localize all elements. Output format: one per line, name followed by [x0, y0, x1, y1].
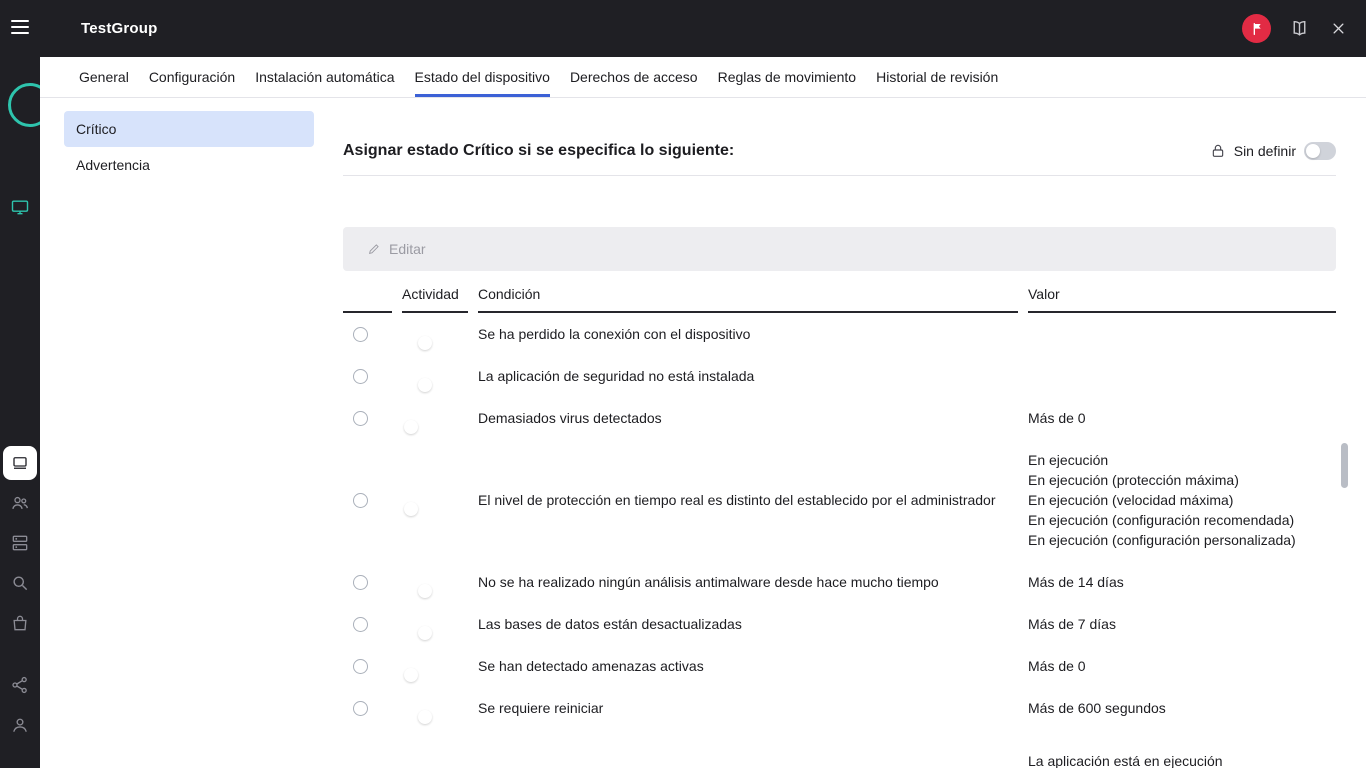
condition-text: Se han detectado amenazas activas — [478, 656, 1018, 676]
row-radio[interactable] — [353, 575, 368, 590]
condition-text: Se requiere reiniciar — [478, 698, 1018, 718]
tab-configuración[interactable]: Configuración — [149, 57, 235, 97]
condition-text: La aplicación de seguridad no está insta… — [478, 366, 1018, 386]
hamburger-menu-icon[interactable] — [11, 20, 29, 34]
value-text: Más de 0 — [1028, 408, 1336, 428]
condition-text: Demasiados virus detectados — [478, 408, 1018, 428]
search-icon[interactable] — [10, 573, 30, 593]
conditions-table-body: Se ha perdido la conexión con el disposi… — [343, 313, 1336, 768]
edit-button[interactable]: Editar — [343, 227, 1336, 271]
tab-bar: General Configuración Instalación automáti… — [40, 57, 1366, 98]
row-radio[interactable] — [353, 617, 368, 632]
help-book-icon[interactable] — [1288, 18, 1310, 40]
status-side-panel: CríticoAdvertencia — [40, 98, 343, 768]
tab-instalación-automática[interactable]: Instalación automática — [255, 57, 394, 97]
table-row: Demasiados virus detectados Más de 0 — [343, 397, 1336, 439]
row-select-cell — [343, 493, 392, 508]
tab-general[interactable]: General — [79, 57, 129, 97]
app-window: TestGroup General Configuración Instalació… — [0, 0, 1366, 768]
window-header: TestGroup — [40, 0, 1366, 57]
row-select-cell — [343, 575, 392, 590]
edit-pencil-icon — [367, 242, 381, 256]
servers-icon[interactable] — [10, 533, 30, 553]
flag-icon — [1249, 21, 1265, 37]
row-radio[interactable] — [353, 327, 368, 342]
table-row: Se ha perdido la conexión con el disposi… — [343, 313, 1336, 355]
table-row: Se requiere reiniciar Más de 600 segundos — [343, 687, 1336, 729]
condition-text: Se ha perdido la conexión con el disposi… — [478, 324, 1018, 344]
licenses-bag-icon[interactable] — [10, 613, 30, 633]
undefined-status-control: Sin definir — [1210, 142, 1336, 160]
user-account-icon[interactable] — [10, 715, 30, 735]
row-select-cell — [343, 701, 392, 716]
users-icon[interactable] — [10, 493, 30, 513]
active-nav-icon — [11, 454, 29, 472]
lock-icon — [1210, 143, 1226, 159]
table-row: No se ha realizado ningún análisis antim… — [343, 561, 1336, 603]
value-text: Más de 7 días — [1028, 614, 1336, 634]
table-row: Las bases de datos están desactualizadas… — [343, 603, 1336, 645]
condition-text: No se ha realizado ningún análisis antim… — [478, 572, 1018, 592]
conditions-table: Actividad Condición Valor Se ha perdido … — [343, 271, 1336, 768]
notifications-flag-badge[interactable] — [1242, 14, 1271, 43]
condition-text: El nivel de protección en tiempo real es… — [478, 490, 1018, 510]
page-title: Asignar estado Crítico si se especifica … — [343, 142, 734, 160]
side-panel-item-advertencia[interactable]: Advertencia — [64, 147, 314, 183]
active-nav-item[interactable] — [3, 446, 37, 480]
column-header-condition: Condición — [478, 286, 1018, 313]
device-status-main: Asignar estado Crítico si se especifica … — [343, 98, 1336, 768]
header-actions — [1242, 14, 1366, 43]
row-select-cell — [343, 617, 392, 632]
undefined-toggle[interactable] — [1304, 142, 1336, 160]
row-select-cell — [343, 327, 392, 342]
tab-estado-del-dispositivo[interactable]: Estado del dispositivo — [415, 57, 550, 97]
row-radio[interactable] — [353, 701, 368, 716]
row-radio[interactable] — [353, 369, 368, 384]
tab-reglas-de-movimiento[interactable]: Reglas de movimiento — [718, 57, 857, 97]
row-radio[interactable] — [353, 411, 368, 426]
column-header-activity: Actividad — [402, 286, 468, 313]
conditions-table-header: Actividad Condición Valor — [343, 271, 1336, 313]
heading-row: Asignar estado Crítico si se especifica … — [343, 142, 1336, 176]
close-icon[interactable] — [1327, 18, 1349, 40]
value-text: Más de 14 días — [1028, 572, 1336, 592]
value-text: Más de 600 segundos — [1028, 698, 1336, 718]
table-row: La aplicación de seguridad no está insta… — [343, 355, 1336, 397]
column-header-value: Valor — [1028, 286, 1336, 313]
condition-text: Las bases de datos están desactualizadas — [478, 614, 1018, 634]
column-header-select — [343, 286, 392, 313]
table-row: El nivel de protección en tiempo real es… — [343, 439, 1336, 561]
row-select-cell — [343, 369, 392, 384]
tab-historial-de-revisión[interactable]: Historial de revisión — [876, 57, 998, 97]
value-text: La aplicación está en ejecución — [1028, 751, 1336, 768]
undefined-toggle-label: Sin definir — [1234, 143, 1296, 159]
row-select-cell — [343, 751, 392, 766]
brand-logo — [8, 83, 40, 127]
value-text: En ejecución En ejecución (protección má… — [1028, 450, 1336, 550]
row-select-cell — [343, 411, 392, 426]
row-radio[interactable] — [353, 659, 368, 674]
app-sidebar — [0, 0, 40, 768]
row-select-cell — [343, 659, 392, 674]
edit-button-label: Editar — [389, 241, 426, 257]
value-text: Más de 0 — [1028, 656, 1336, 676]
scrollbar-thumb[interactable] — [1341, 443, 1348, 488]
share-icon[interactable] — [10, 675, 30, 695]
devices-monitor-icon[interactable] — [10, 197, 30, 217]
row-radio[interactable] — [353, 493, 368, 508]
table-row: Se han detectado amenazas activas Más de … — [343, 645, 1336, 687]
group-title: TestGroup — [81, 20, 158, 37]
table-row: La aplicación está en ejecución — [343, 729, 1336, 768]
side-panel-item-crítico[interactable]: Crítico — [64, 111, 314, 147]
tab-derechos-de-acceso[interactable]: Derechos de acceso — [570, 57, 698, 97]
